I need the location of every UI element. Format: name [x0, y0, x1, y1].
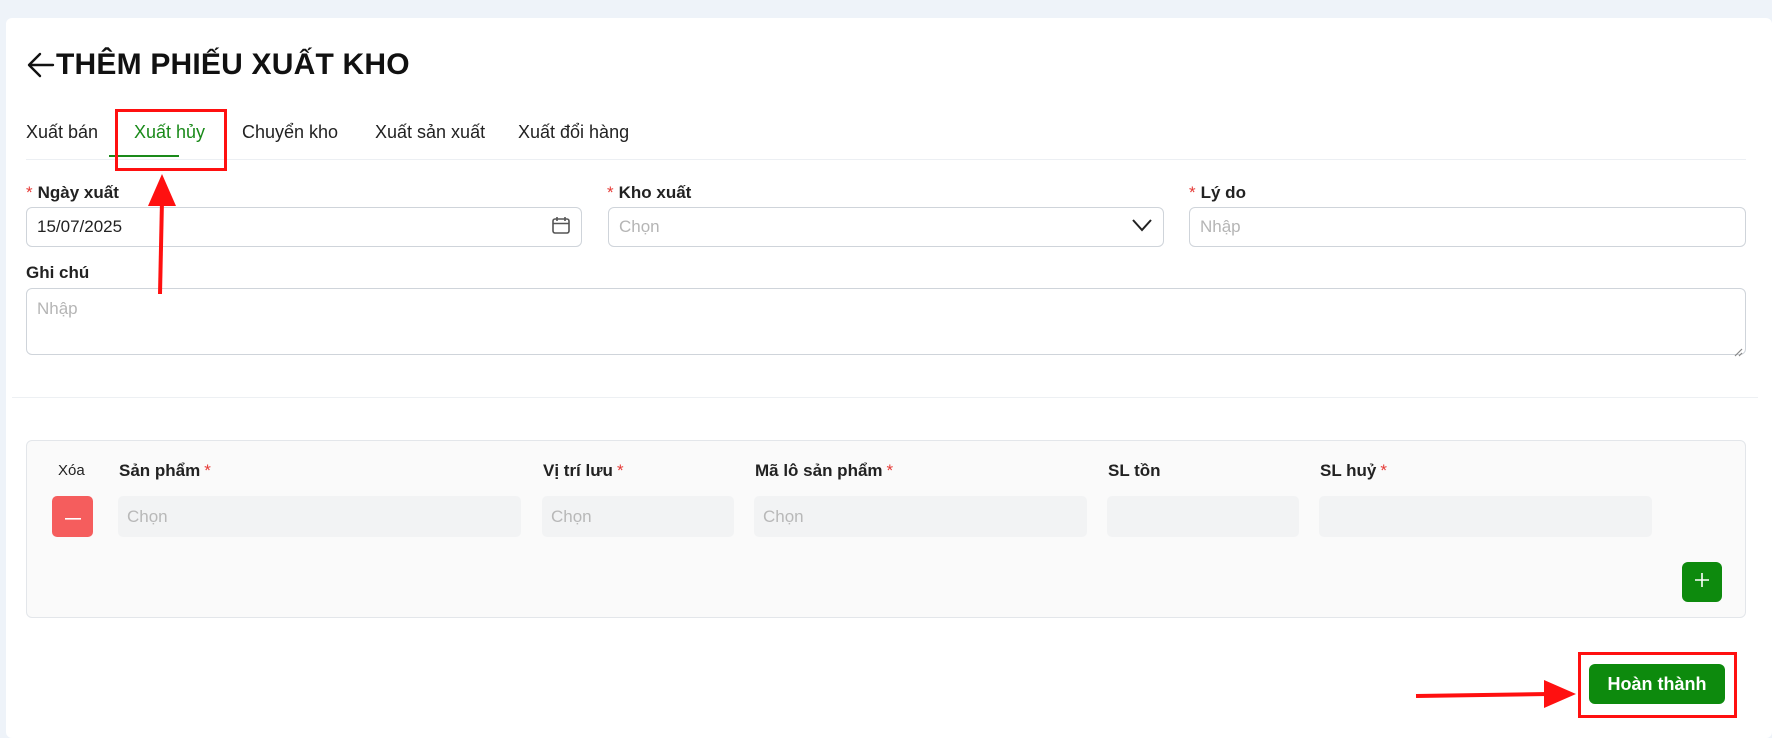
export-date-value: 15/07/2025 — [37, 217, 123, 236]
arrow-left-icon[interactable] — [26, 50, 56, 80]
col-header-stock: SL tồn — [1108, 461, 1161, 480]
note-label: Ghi chú — [26, 263, 90, 282]
calendar-icon — [551, 215, 571, 240]
chevron-down-icon — [1131, 217, 1153, 237]
tab-xuat-doi-hang[interactable]: Xuất đổi hàng — [518, 122, 629, 143]
warehouse-placeholder: Chọn — [619, 217, 660, 236]
export-date-label: * Ngày xuất — [26, 183, 119, 202]
product-select[interactable]: Chọn — [118, 496, 521, 537]
lot-placeholder: Chọn — [763, 506, 804, 526]
delete-row-button[interactable] — [52, 496, 93, 537]
tab-xuat-san-xuat[interactable]: Xuất sản xuất — [375, 122, 485, 143]
reason-input[interactable]: Nhập — [1189, 207, 1746, 247]
tab-xuat-ban[interactable]: Xuất bán — [26, 122, 98, 143]
destroy-qty-input[interactable] — [1319, 496, 1652, 537]
resize-handle-icon[interactable] — [1733, 342, 1743, 357]
product-placeholder: Chọn — [127, 506, 168, 526]
page-title: THÊM PHIẾU XUẤT KHO — [56, 48, 410, 81]
col-header-lot: Mã lô sản phẩm * — [755, 461, 894, 480]
stock-field — [1107, 496, 1299, 537]
col-header-location: Vị trí lưu * — [543, 461, 624, 480]
export-date-picker[interactable]: 15/07/2025 — [26, 207, 582, 247]
col-header-destroy-qty: SL huỷ * — [1320, 461, 1387, 480]
page-header: THÊM PHIẾU XUẤT KHO — [26, 45, 410, 85]
location-placeholder: Chọn — [551, 506, 592, 526]
note-textarea[interactable]: Nhập — [26, 288, 1746, 357]
location-select[interactable]: Chọn — [542, 496, 734, 537]
plus-icon — [1694, 572, 1710, 593]
note-placeholder: Nhập — [37, 299, 78, 318]
col-header-product: Sản phẩm * — [119, 461, 211, 480]
reason-label: * Lý do — [1189, 183, 1246, 202]
add-row-button[interactable] — [1682, 562, 1722, 602]
minus-icon — [64, 508, 81, 526]
annotation-box-tab — [115, 109, 227, 171]
annotation-box-button — [1578, 652, 1737, 718]
reason-placeholder: Nhập — [1200, 217, 1241, 236]
section-divider — [12, 397, 1758, 398]
col-header-delete: Xóa — [58, 462, 85, 479]
tab-chuyen-kho[interactable]: Chuyển kho — [242, 122, 338, 143]
tab-bar: Xuất bán Xuất hủy Chuyển kho Xuất sản xu… — [26, 112, 1746, 160]
warehouse-label: * Kho xuất — [607, 183, 692, 202]
items-table: Xóa Sản phẩm * Vị trí lưu * Mã lô sản phẩm… — [26, 440, 1746, 618]
warehouse-select[interactable]: Chọn — [608, 207, 1164, 247]
lot-select[interactable]: Chọn — [754, 496, 1087, 537]
